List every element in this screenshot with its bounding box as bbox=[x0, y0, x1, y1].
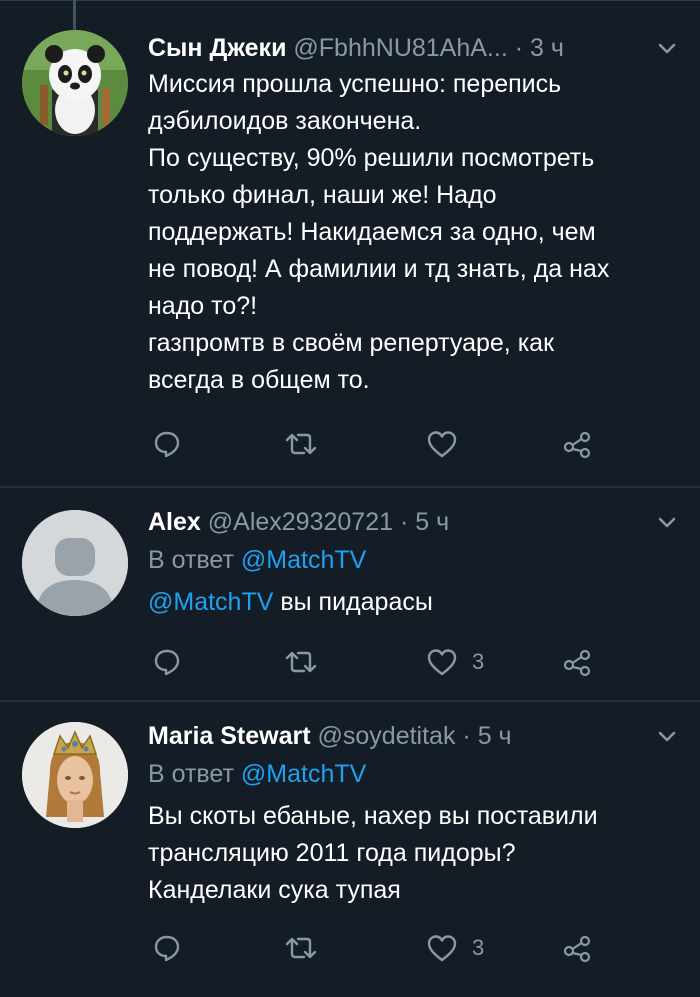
author-name[interactable]: Maria Stewart bbox=[148, 722, 311, 750]
chevron-down-icon[interactable] bbox=[654, 36, 680, 62]
retweet-button[interactable] bbox=[284, 928, 318, 968]
retweet-icon bbox=[285, 433, 317, 455]
text-line: газпромтв в своём репертуаре, как bbox=[148, 329, 555, 357]
text-line: надо то?! bbox=[148, 292, 258, 320]
mannequin-avatar-image bbox=[22, 722, 128, 828]
tweet-text: Миссия прошла успешно: перепись дэбилоид… bbox=[148, 66, 680, 399]
like-count: 3 bbox=[472, 649, 485, 674]
text-line: не повод! А фамилии и тд знать, да нах bbox=[148, 255, 610, 283]
author-name[interactable]: Сын Джеки bbox=[148, 34, 286, 62]
text-line: вы пидарасы bbox=[280, 588, 433, 616]
share-icon bbox=[563, 431, 591, 459]
tweet-2[interactable]: Alex @Alex29320721 · 5 ч В ответ @MatchT… bbox=[0, 488, 700, 700]
tweet-actions: 3 bbox=[148, 642, 608, 682]
like-count: 3 bbox=[472, 935, 485, 960]
mention-link[interactable]: @MatchTV bbox=[148, 588, 273, 616]
tweet-text: Вы скоты ебаные, нахер вы поставили тран… bbox=[148, 798, 680, 909]
reply-mention-link[interactable]: @MatchTV bbox=[241, 760, 366, 788]
tweet-actions: 3 bbox=[148, 928, 608, 968]
like-button[interactable]: 3 bbox=[426, 642, 484, 682]
reply-button[interactable] bbox=[152, 928, 182, 968]
tweet-header: Alex @Alex29320721 · 5 ч bbox=[148, 504, 680, 540]
chevron-down-icon[interactable] bbox=[654, 510, 680, 536]
retweet-icon bbox=[285, 651, 317, 673]
reply-label: В ответ bbox=[148, 546, 234, 574]
tweet-text: @MatchTV вы пидарасы bbox=[148, 584, 680, 621]
tweet-1[interactable]: Сын Джеки @FbhhNU81AhA... · 3 ч Миссия п… bbox=[0, 0, 700, 487]
reply-label: В ответ bbox=[148, 760, 234, 788]
share-button[interactable] bbox=[562, 642, 592, 682]
like-icon bbox=[427, 431, 457, 458]
timestamp[interactable]: · 5 ч bbox=[400, 508, 449, 536]
text-line: Канделаки сука тупая bbox=[148, 876, 401, 904]
text-line: только финал, наши же! Надо bbox=[148, 181, 497, 209]
like-icon bbox=[427, 935, 457, 962]
tweet-header: Сын Джеки @FbhhNU81AhA... · 3 ч bbox=[148, 30, 680, 66]
tweet-3[interactable]: Maria Stewart @soydetitak · 5 ч В ответ … bbox=[0, 702, 700, 997]
tweet-header: Maria Stewart @soydetitak · 5 ч bbox=[148, 718, 680, 754]
retweet-icon bbox=[285, 937, 317, 959]
retweet-button[interactable] bbox=[284, 424, 318, 464]
text-line: Вы скоты ебаные, нахер вы поставили bbox=[148, 802, 598, 830]
tweet-actions bbox=[148, 424, 608, 464]
like-icon bbox=[427, 649, 457, 676]
reply-context: В ответ @MatchTV bbox=[148, 754, 680, 794]
reply-icon bbox=[154, 649, 180, 676]
author-handle[interactable]: @soydetitak bbox=[318, 722, 456, 750]
default-user-avatar-image bbox=[22, 510, 128, 616]
reply-icon bbox=[154, 935, 180, 962]
text-line: трансляцию 2011 года пидоры? bbox=[148, 839, 516, 867]
avatar-mannequin[interactable] bbox=[22, 722, 128, 828]
share-icon bbox=[563, 649, 591, 677]
reply-button[interactable] bbox=[152, 424, 182, 464]
reply-mention-link[interactable]: @MatchTV bbox=[241, 546, 366, 574]
reply-icon bbox=[154, 431, 180, 458]
avatar-panda[interactable] bbox=[22, 30, 128, 136]
retweet-button[interactable] bbox=[284, 642, 318, 682]
avatar-default[interactable] bbox=[22, 510, 128, 616]
text-line: дэбилоидов закончена. bbox=[148, 107, 422, 135]
text-line: всегда в общем то. bbox=[148, 366, 370, 394]
panda-avatar-image bbox=[22, 30, 128, 136]
chevron-down-icon[interactable] bbox=[654, 724, 680, 750]
timestamp[interactable]: · 5 ч bbox=[462, 722, 511, 750]
text-line: По существу, 90% решили посмотреть bbox=[148, 144, 595, 172]
reply-button[interactable] bbox=[152, 642, 182, 682]
author-handle[interactable]: @Alex29320721 bbox=[208, 508, 393, 536]
share-icon bbox=[563, 935, 591, 963]
timestamp[interactable]: · 3 ч bbox=[515, 34, 564, 62]
author-name[interactable]: Alex bbox=[148, 508, 201, 536]
like-button[interactable]: 3 bbox=[426, 928, 484, 968]
text-line: Миссия прошла успешно: перепись bbox=[148, 70, 562, 98]
author-handle[interactable]: @FbhhNU81AhA... bbox=[293, 34, 507, 62]
reply-context: В ответ @MatchTV bbox=[148, 540, 680, 580]
share-button[interactable] bbox=[562, 424, 592, 464]
text-line: поддержать! Накидаемся за одно, чем bbox=[148, 218, 596, 246]
like-button[interactable] bbox=[426, 424, 472, 464]
share-button[interactable] bbox=[562, 928, 592, 968]
